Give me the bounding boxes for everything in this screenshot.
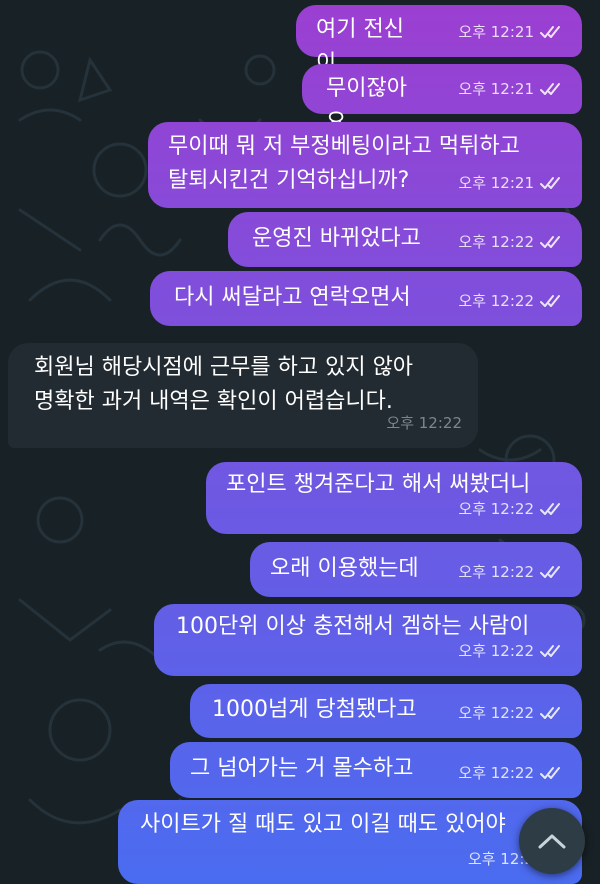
message-text: 사이트가 질 때도 있고 이길 때도 있어야 [140,812,506,837]
message-time: 오후 12:21 [458,80,534,98]
message-list[interactable]: 여기 전신이오후 12:21무이잖아요오후 12:21무이때 뭐 저 부정베팅이… [0,0,600,884]
outgoing-message-bubble[interactable]: 오래 이용했는데 오후 12:22 [250,542,582,597]
message-time: 오후 12:22 [458,642,534,660]
outgoing-message-bubble[interactable]: 사이트가 질 때도 있고 이길 때도 있어야 오후 12:2 [118,800,582,884]
message-time: 오후 12:22 [386,414,462,432]
message-text: 운영진 바뀌었다고 [252,226,421,251]
outgoing-message-bubble[interactable]: 운영진 바뀌었다고 오후 12:22 [228,212,582,267]
read-checkmarks-icon [540,177,560,189]
message-time: 오후 12:22 [458,233,534,251]
outgoing-message-bubble[interactable]: 다시 써달라고 연락오면서 오후 12:22 [150,271,582,326]
incoming-message-bubble[interactable]: 회원님 해당시점에 근무를 하고 있지 않아 명확한 과거 내역은 확인이 어렵… [8,343,478,448]
outgoing-message-bubble[interactable]: 여기 전신이오후 12:21 [296,5,582,76]
message-text: 1000넘게 당첨됐다고 [212,697,417,722]
message-meta: 오후 12:22 [458,634,566,668]
read-checkmarks-icon [540,295,560,307]
message-meta: 오후 12:21 [458,15,566,49]
message-time: 오후 12:22 [458,292,534,310]
message-time: 오후 12:22 [458,704,534,722]
message-meta: 오후 12:22 [386,406,462,440]
scroll-to-bottom-button[interactable] [519,808,585,874]
read-checkmarks-icon [540,566,560,578]
outgoing-message-bubble[interactable]: 그 넘어가는 거 몰수하고 오후 12:22 [170,742,582,798]
outgoing-message-bubble[interactable]: 포인트 챙겨준다고 해서 써봤더니 오후 12:22 [206,462,582,534]
message-time: 오후 12:22 [458,563,534,581]
message-meta: 오후 12:22 [458,555,566,589]
message-text: 다시 써달라고 연락오면서 [174,285,411,310]
message-meta: 오후 12:22 [458,492,566,526]
message-meta: 오후 12:22 [458,225,566,259]
outgoing-message-bubble[interactable]: 100단위 이상 충전해서 겜하는 사람이 오후 12:22 [154,604,582,676]
message-text: 그 넘어가는 거 몰수하고 [190,756,414,781]
outgoing-message-bubble[interactable]: 무이때 뭐 저 부정베팅이라고 먹튀하고 탈퇴시킨건 기억하십니까? 오후 12:… [148,122,582,208]
message-meta: 오후 12:21 [458,166,566,200]
read-checkmarks-icon [540,26,560,38]
message-meta: 오후 12:21 [458,72,566,106]
chevron-up-icon [538,834,566,849]
message-meta: 오후 12:22 [458,284,566,318]
read-checkmarks-icon [540,83,560,95]
read-checkmarks-icon [540,767,560,779]
outgoing-message-bubble[interactable]: 1000넘게 당첨됐다고 오후 12:22 [190,684,582,738]
message-meta: 오후 12:22 [458,756,566,790]
message-time: 오후 12:21 [458,23,534,41]
message-time: 오후 12:22 [458,764,534,782]
outgoing-message-bubble[interactable]: 무이잖아요오후 12:21 [302,64,582,135]
message-time: 오후 12:21 [458,174,534,192]
read-checkmarks-icon [540,236,560,248]
message-time: 오후 12:22 [458,500,534,518]
message-text: 오래 이용했는데 [270,556,419,581]
message-meta: 오후 12:22 [458,696,566,730]
read-checkmarks-icon [540,503,560,515]
read-checkmarks-icon [540,645,560,657]
read-checkmarks-icon [540,707,560,719]
